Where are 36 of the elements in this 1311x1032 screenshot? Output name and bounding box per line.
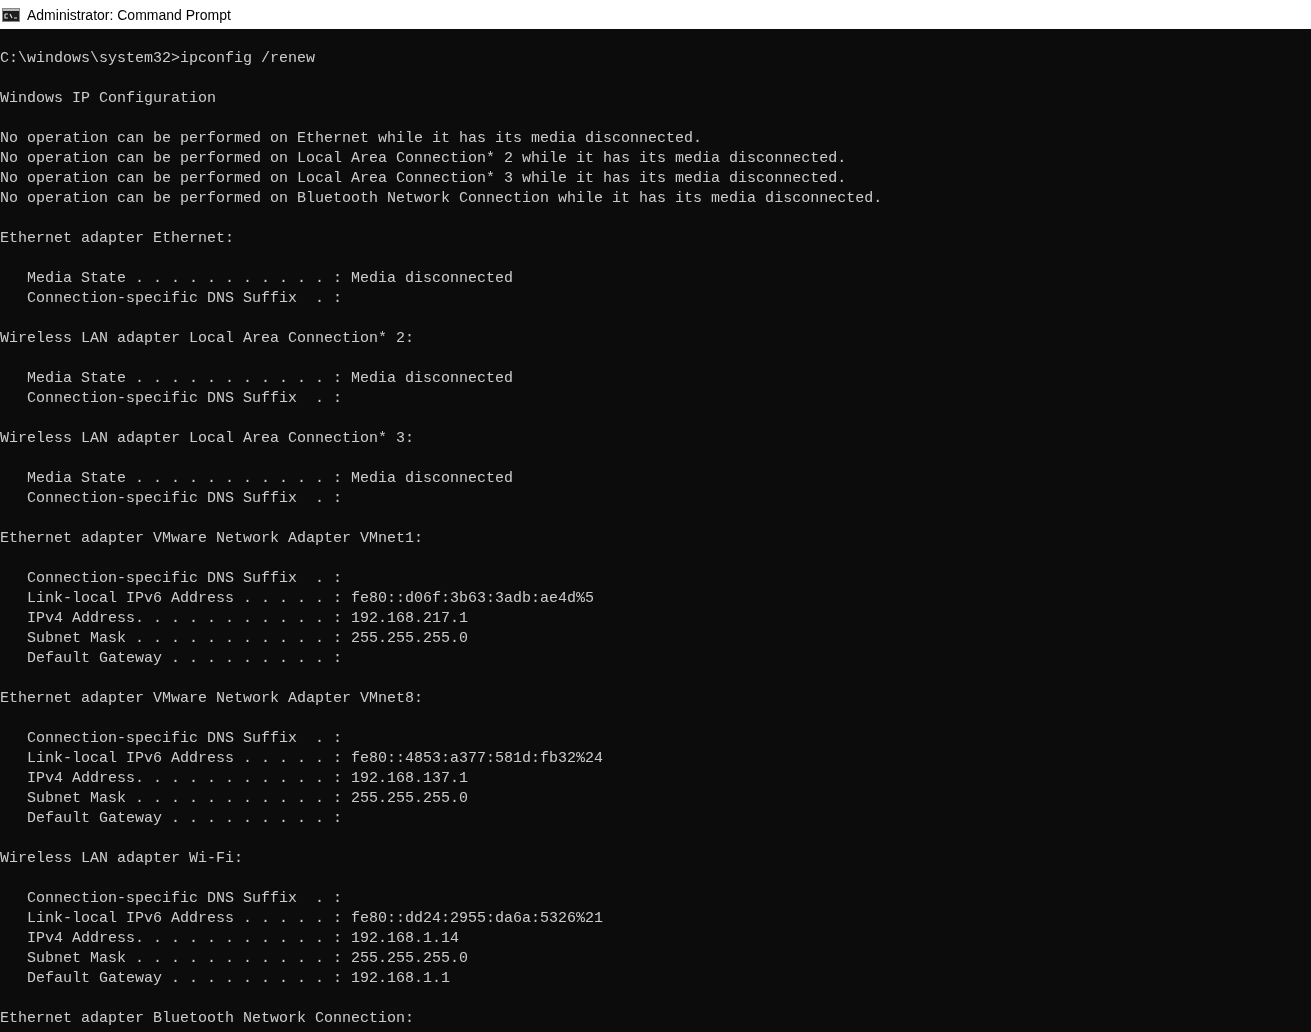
console-line: Media State . . . . . . . . . . . : Media disconnected xyxy=(26,269,514,289)
console-line: Connection-specific DNS Suffix . : xyxy=(26,489,343,509)
console-line: Connection-specific DNS Suffix . : xyxy=(26,389,343,409)
console-line: Wireless LAN adapter Local Area Connection* 3: xyxy=(0,429,415,449)
console-line: C:\windows\system32>ipconfig /renew xyxy=(0,49,316,69)
console-line: Media State . . . . . . . . . . . : Media disconnected xyxy=(26,469,514,489)
console-line: Ethernet adapter VMware Network Adapter VMnet8: xyxy=(0,689,424,709)
console-line: IPv4 Address. . . . . . . . . . . : 192.168.217.1 xyxy=(26,609,469,629)
console-line: Connection-specific DNS Suffix . : xyxy=(26,569,343,589)
console-line: IPv4 Address. . . . . . . . . . . : 192.168.137.1 xyxy=(26,769,469,789)
console-line: Subnet Mask . . . . . . . . . . . : 255.255.255.0 xyxy=(26,789,469,809)
console-line: Subnet Mask . . . . . . . . . . . : 255.255.255.0 xyxy=(26,629,469,649)
console-line: No operation can be performed on Local Area Connection* 2 while it has its media disconnected. xyxy=(0,149,847,169)
console-line: Default Gateway . . . . . . . . . : 192.168.1.1 xyxy=(26,969,451,989)
console-line: Default Gateway . . . . . . . . . : xyxy=(26,809,343,829)
console-line: No operation can be performed on Local Area Connection* 3 while it has its media disconnected. xyxy=(0,169,847,189)
console-line: Default Gateway . . . . . . . . . : xyxy=(26,649,343,669)
console-line: Connection-specific DNS Suffix . : xyxy=(26,889,343,909)
console-line: Connection-specific DNS Suffix . : xyxy=(26,289,343,309)
console-line: Ethernet adapter Bluetooth Network Connection: xyxy=(0,1009,415,1029)
console-icon xyxy=(2,7,20,22)
console-line: Media State . . . . . . . . . . . : Media disconnected xyxy=(26,369,514,389)
console-line: Link-local IPv6 Address . . . . . : fe80::dd24:2955:da6a:5326%21 xyxy=(26,909,604,929)
console-line: Link-local IPv6 Address . . . . . : fe80::d06f:3b63:3adb:ae4d%5 xyxy=(26,589,595,609)
console-line: No operation can be performed on Ethernet while it has its media disconnected. xyxy=(0,129,703,149)
console-line: IPv4 Address. . . . . . . . . . . : 192.168.1.14 xyxy=(26,929,460,949)
console-line: Connection-specific DNS Suffix . : xyxy=(26,729,343,749)
console-line: Subnet Mask . . . . . . . . . . . : 255.255.255.0 xyxy=(26,949,469,969)
console-line: Wireless LAN adapter Local Area Connection* 2: xyxy=(0,329,415,349)
window-title: Administrator: Command Prompt xyxy=(27,6,231,23)
console-line: Link-local IPv6 Address . . . . . : fe80::4853:a377:581d:fb32%24 xyxy=(26,749,604,769)
console-line: Wireless LAN adapter Wi-Fi: xyxy=(0,849,244,869)
console-line: No operation can be performed on Bluetooth Network Connection while it has its media disconnected. xyxy=(0,189,883,209)
console-line: Ethernet adapter Ethernet: xyxy=(0,229,235,249)
console-line: Windows IP Configuration xyxy=(0,89,217,109)
console-line: Ethernet adapter VMware Network Adapter VMnet1: xyxy=(0,529,424,549)
